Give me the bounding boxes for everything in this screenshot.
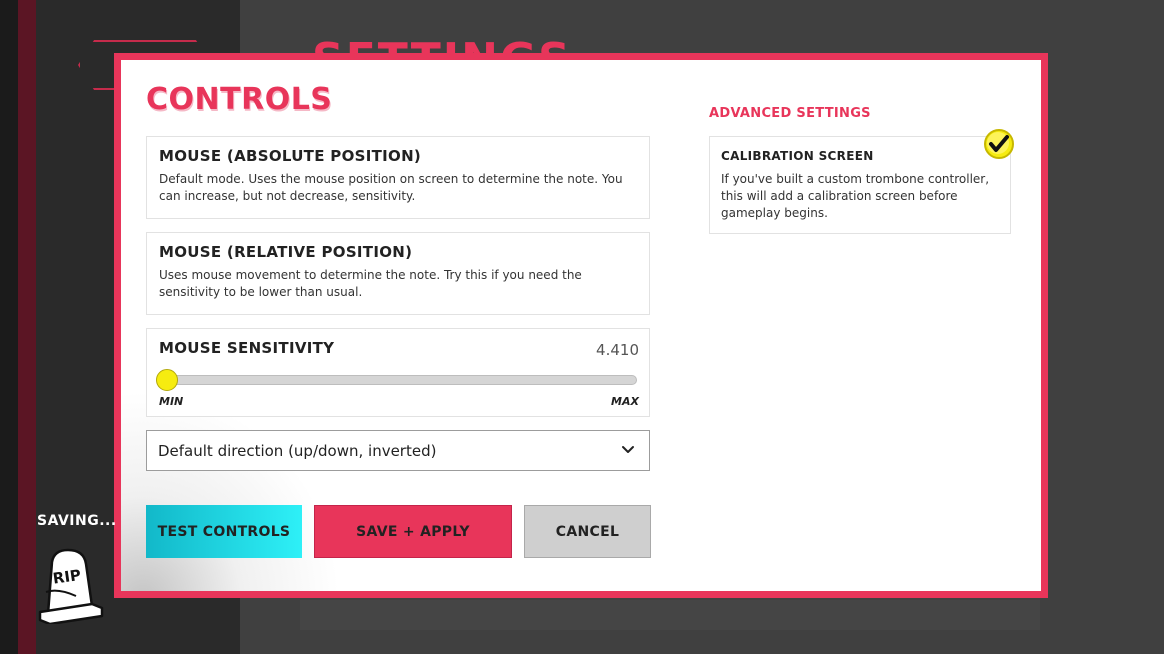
cancel-button[interactable]: CANCEL: [524, 505, 651, 558]
test-controls-button[interactable]: TEST CONTROLS: [146, 505, 302, 558]
calibration-title: CALIBRATION SCREEN: [721, 149, 874, 163]
slider-max-label: MAX: [611, 395, 639, 408]
direction-select-value: Default direction (up/down, inverted): [158, 442, 437, 460]
save-apply-button[interactable]: SAVE + APPLY: [314, 505, 512, 558]
sensitivity-slider-thumb[interactable]: [156, 369, 178, 391]
option-mouse-absolute[interactable]: MOUSE (ABSOLUTE POSITION) Default mode. …: [146, 136, 650, 219]
option-mouse-relative[interactable]: MOUSE (RELATIVE POSITION) Uses mouse mov…: [146, 232, 650, 315]
option-description: Default mode. Uses the mouse position on…: [159, 172, 623, 203]
sensitivity-label: MOUSE SENSITIVITY: [159, 339, 335, 357]
calibration-description: If you've built a custom trombone contro…: [721, 172, 990, 220]
background-red-stripe: [18, 0, 36, 654]
controls-modal-body: CONTROLS MOUSE (ABSOLUTE POSITION) Defau…: [121, 60, 1041, 591]
background-card: [300, 600, 1040, 630]
saving-status: SAVING...: [37, 513, 117, 529]
sensitivity-card: MOUSE SENSITIVITY 4.410 MIN MAX: [146, 328, 650, 417]
chevron-down-icon: [622, 446, 634, 453]
option-description: Uses mouse movement to determine the not…: [159, 268, 582, 299]
direction-select[interactable]: Default direction (up/down, inverted): [146, 430, 650, 471]
slider-min-label: MIN: [159, 395, 184, 408]
sensitivity-value: 4.410: [596, 341, 639, 359]
tombstone-icon: RIP: [38, 548, 104, 624]
sensitivity-slider[interactable]: [156, 369, 637, 391]
option-title: MOUSE (ABSOLUTE POSITION): [159, 147, 422, 165]
controls-modal: CONTROLS MOUSE (ABSOLUTE POSITION) Defau…: [114, 53, 1048, 598]
calibration-screen-option[interactable]: CALIBRATION SCREEN If you've built a cus…: [709, 136, 1011, 234]
modal-title: CONTROLS: [146, 82, 333, 117]
checkmark-icon[interactable]: [983, 128, 1015, 160]
modal-shadow-fade: [121, 390, 341, 591]
advanced-settings-heading: ADVANCED SETTINGS: [709, 106, 871, 121]
option-title: MOUSE (RELATIVE POSITION): [159, 243, 413, 261]
